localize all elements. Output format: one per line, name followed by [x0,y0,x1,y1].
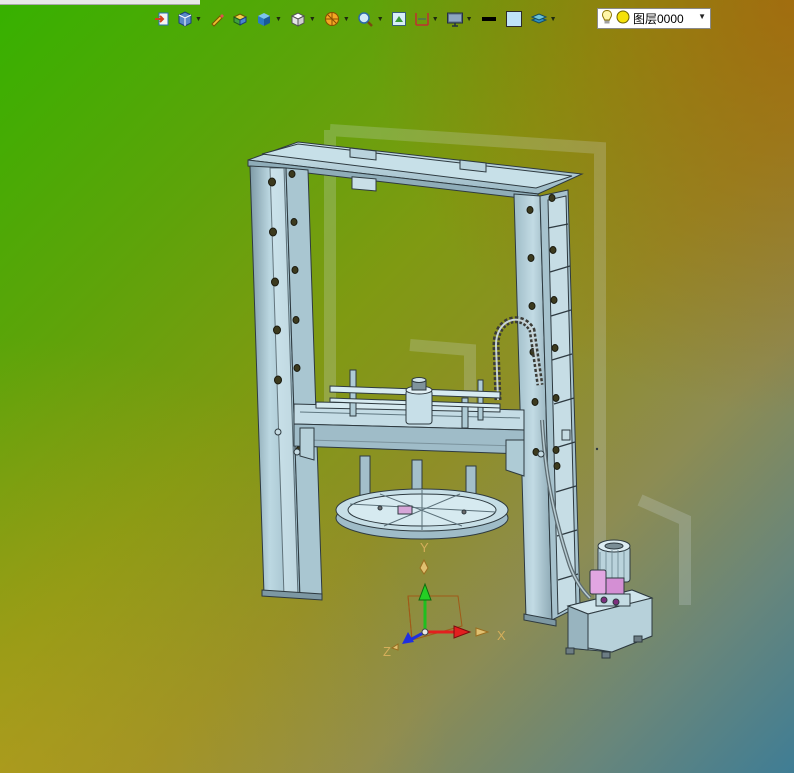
rotary-table[interactable] [335,488,509,540]
triad-z-label: Z [383,644,391,659]
cable-clip [595,447,599,451]
3d-viewport[interactable]: ▼ ▼ ▼ ▼ ▼ ▼ ▼ ▼ 图层0000 ▼ Y X Z [0,0,794,773]
triad-x-label: X [497,628,506,643]
coordinate-triad [390,558,490,651]
triad-y-label: Y [420,540,429,555]
left-pillar[interactable] [249,165,323,601]
model-canvas[interactable]: Y X Z [0,0,794,773]
carriage-cylinder[interactable] [405,377,433,425]
